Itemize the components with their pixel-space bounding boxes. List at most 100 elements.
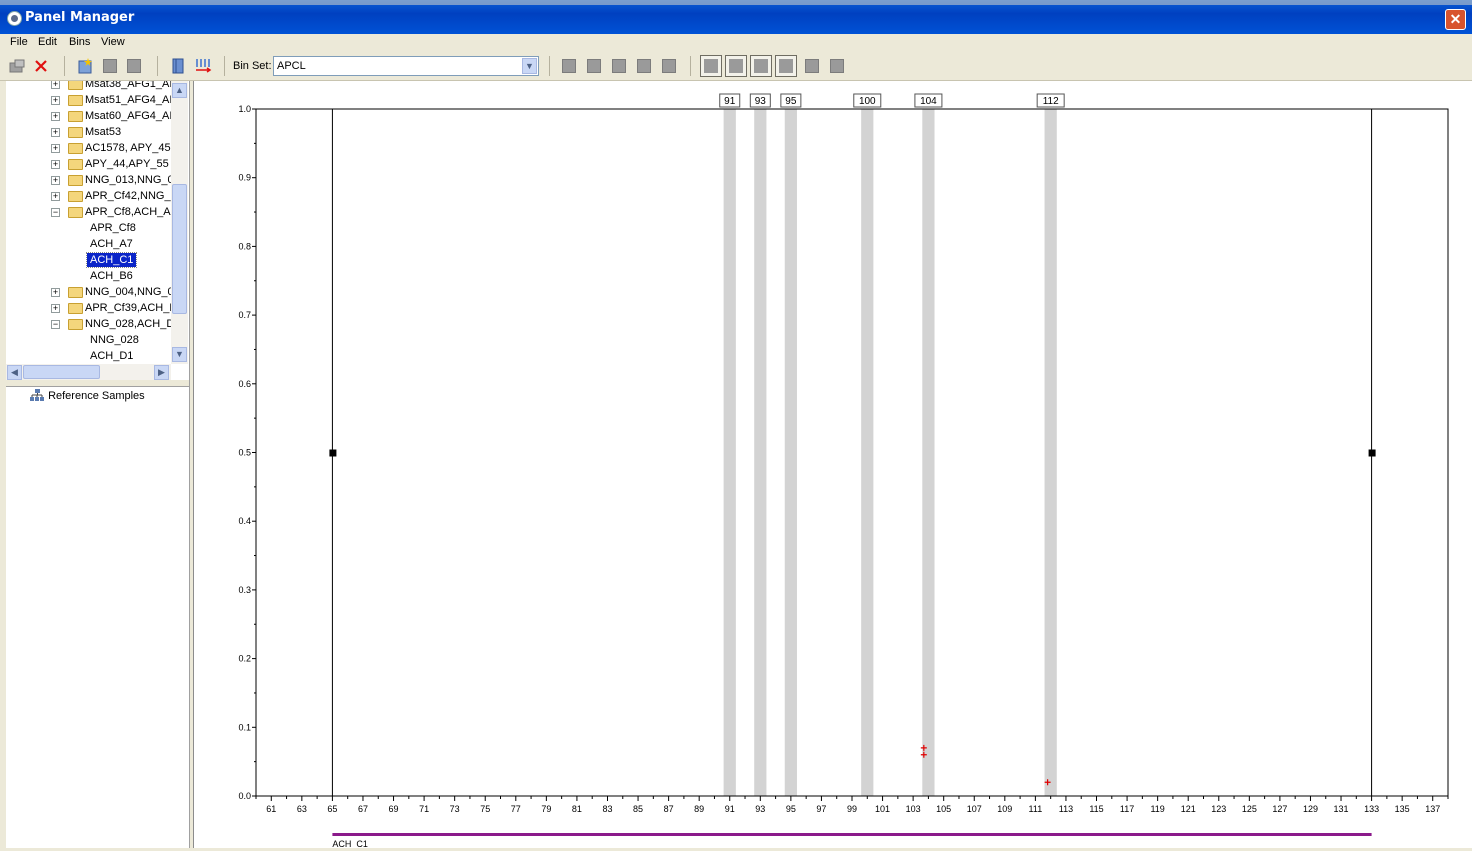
chevron-down-icon[interactable]: ▼ [522,58,537,74]
x-tick-label: 115 [1089,804,1103,814]
disabled-tool-icon[interactable] [830,59,844,73]
tree-item-label-selected: ACH_C1 [85,252,138,268]
tree-folder-item[interactable]: + AC1578, APY_45 [6,140,171,156]
pane-splitter[interactable] [6,380,189,387]
toggle-button[interactable] [700,55,722,77]
expand-icon[interactable]: + [51,96,60,105]
expand-icon[interactable]: + [51,288,60,297]
menu-edit[interactable]: Edit [38,36,57,48]
tree-leaf-item[interactable]: ACH_D1 [6,348,171,364]
folder-icon [68,143,83,154]
tree-item-label: ACH_A7 [90,238,133,250]
scroll-left-icon[interactable]: ◀ [7,365,22,380]
expand-icon[interactable]: + [51,304,60,313]
bin-rect[interactable] [784,109,797,796]
tree-leaf-item[interactable]: APR_Cf8 [6,220,171,236]
scroll-up-icon[interactable]: ▲ [172,83,187,98]
bin-rect[interactable] [1044,109,1057,796]
close-button[interactable]: ✕ [1445,9,1466,30]
x-tick-label: 103 [906,804,921,814]
tree-leaf-item[interactable]: ACH_C1 [6,252,171,268]
disabled-tool-icon[interactable] [127,59,141,73]
x-tick-label: 105 [936,804,951,814]
tree-leaf-item[interactable]: ACH_A7 [6,236,171,252]
toolbar-separator [157,56,158,76]
disabled-tool-icon[interactable] [637,59,651,73]
tree-folder-item[interactable]: + Msat53 [6,124,171,140]
tree-folder-item[interactable]: + APR_Cf42,NNG_0 [6,188,171,204]
tree-folder-item[interactable]: + Msat51_AFG4_AI [6,92,171,108]
expand-icon[interactable]: + [51,112,60,121]
delete-icon[interactable] [33,58,49,74]
tree-item-label: Msat60_AFG4_AI [85,110,171,122]
bin-rect[interactable] [861,109,874,796]
tree-vertical-scrollbar[interactable]: ▲ ▼ [171,81,188,364]
disabled-tool-icon[interactable] [103,59,117,73]
tree-leaf-item[interactable]: NNG_028 [6,332,171,348]
collapse-icon[interactable]: − [51,208,60,217]
y-tick-label: 1.0 [238,104,251,114]
menu-view[interactable]: View [101,36,125,48]
tree-item-label: APR_Cf8,ACH_A7 [85,206,171,218]
tree-folder-item[interactable]: + NNG_013,NNG_0 [6,172,171,188]
bin-book-icon[interactable] [170,58,186,74]
tree-horizontal-scrollbar[interactable]: ◀ ▶ [6,364,171,380]
expand-icon[interactable]: + [51,192,60,201]
disabled-tool-icon[interactable] [562,59,576,73]
new-marker-icon[interactable] [77,58,93,74]
expand-icon[interactable]: + [51,81,60,89]
tree-folder-item[interactable]: + APR_Cf39,ACH_D [6,300,171,316]
tree-folder-item[interactable]: + APY_44,APY_55 [6,156,171,172]
toggle-button[interactable] [750,55,772,77]
title-bar: Panel Manager ✕ [0,0,1472,34]
disabled-tool-icon[interactable] [612,59,626,73]
tree-leaf-item[interactable]: ACH_B6 [6,268,171,284]
tree-folder-item[interactable]: + Msat60_AFG4_AI [6,108,171,124]
toggle-button[interactable] [775,55,797,77]
scroll-thumb[interactable] [172,184,187,314]
disabled-tool-icon[interactable] [805,59,819,73]
y-tick-label: 0.8 [238,241,251,251]
scroll-down-icon[interactable]: ▼ [172,347,187,362]
scroll-thumb[interactable] [23,365,100,379]
tree-folder-item[interactable]: − NNG_028,ACH_D [6,316,171,332]
toolbar-separator [549,56,550,76]
bin-rect[interactable] [922,109,935,796]
toggle-button[interactable] [725,55,747,77]
plot-panel: 91 93 95 100 104 112 0.0 0.1 0.2 0.3 0.4 0.5 0.6 0.7 0… [193,81,1472,849]
expand-icon[interactable]: + [51,176,60,185]
disabled-tool-icon[interactable] [662,59,676,73]
tree-item-label: NNG_004,NNG_0 [85,286,171,298]
collapse-icon[interactable]: − [51,320,60,329]
bin-set-select[interactable]: APCL ▼ [273,56,539,76]
x-tick-label: 123 [1211,804,1226,814]
expand-icon[interactable]: + [51,144,60,153]
folder-icon [68,303,83,314]
tree-folder-item[interactable]: − APR_Cf8,ACH_A7 [6,204,171,220]
bin-label: 104 [920,96,937,107]
x-tick-label: 63 [297,804,307,814]
folder-icon [68,81,83,90]
range-handle[interactable] [329,449,337,457]
scroll-right-icon[interactable]: ▶ [154,365,169,380]
open-panel-icon[interactable] [9,58,25,74]
app-icon [7,11,22,26]
y-tick-label: 0.6 [238,379,251,389]
menu-bins[interactable]: Bins [69,36,90,48]
expand-icon[interactable]: + [51,128,60,137]
reference-samples-item[interactable]: Reference Samples [30,389,145,402]
range-handle[interactable] [1368,449,1376,457]
tree-folder-item[interactable]: + NNG_004,NNG_0 [6,284,171,300]
menu-file[interactable]: File [10,36,28,48]
disabled-tool-icon[interactable] [587,59,601,73]
bin-rect[interactable] [754,109,767,796]
add-bins-icon[interactable] [195,58,212,74]
tree-folder-item[interactable]: + Msat38_AFG1_AI [6,81,171,92]
bin-rect[interactable] [723,109,736,796]
expand-icon[interactable]: + [51,160,60,169]
bin-plot[interactable]: 91 93 95 100 104 112 0.0 0.1 0.2 0.3 0.4 0.5 0.6 0.7 0… [194,81,1472,849]
x-tick-label: 83 [602,804,612,814]
marker-label: ACH_C1 [332,839,368,848]
x-tick-label: 69 [389,804,399,814]
y-tick-label: 0.7 [238,310,251,320]
